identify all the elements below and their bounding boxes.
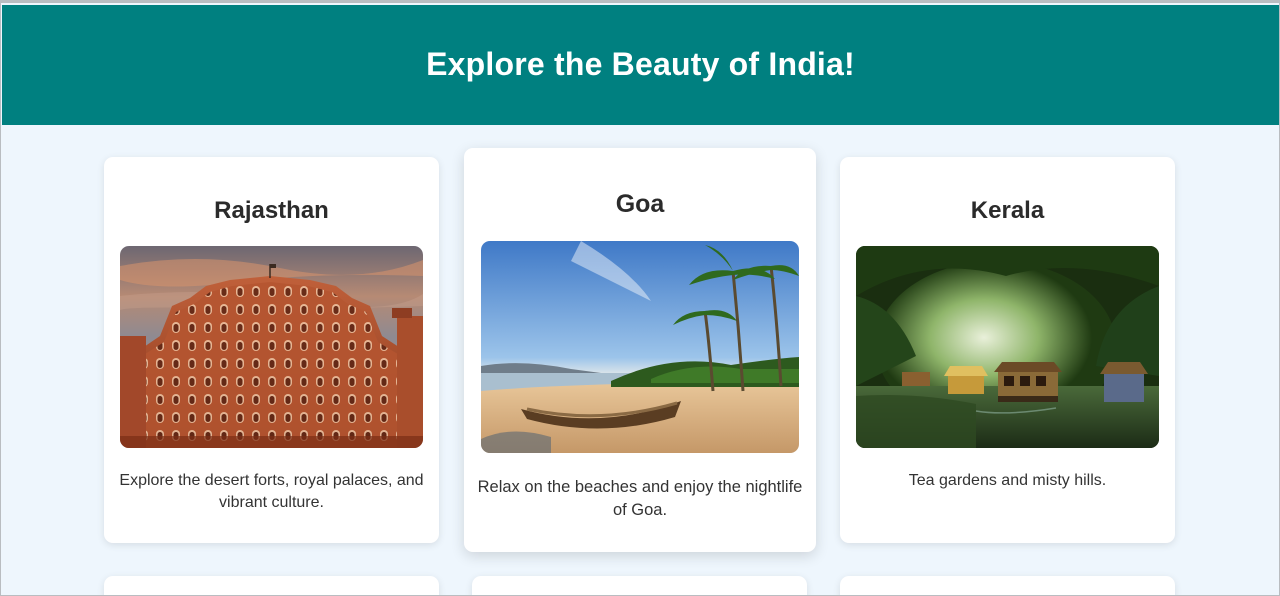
- destination-title: Rajasthan: [214, 197, 329, 224]
- page-header: Explore the Beauty of India!: [2, 5, 1279, 125]
- destination-card[interactable]: [472, 576, 807, 595]
- browser-viewport: Explore the Beauty of India! Rajasthan E…: [0, 0, 1280, 596]
- destination-description: Tea gardens and misty hills.: [908, 472, 1107, 489]
- page-title: Explore the Beauty of India!: [426, 45, 855, 82]
- destination-title: Kerala: [970, 197, 1045, 224]
- hawa-mahal-palace-photo: [120, 246, 423, 448]
- beach-boat-palms-photo: [481, 241, 799, 453]
- destination-card-kerala[interactable]: Kerala Tea gardens and misty hills.: [840, 157, 1175, 543]
- destination-card-rajasthan[interactable]: Rajasthan Explore the desert forts, roya…: [104, 157, 439, 543]
- backwater-houseboats-photo: [856, 246, 1159, 448]
- destination-description: Relax on the beaches and enjoy the night…: [477, 478, 803, 519]
- destination-card[interactable]: [840, 576, 1175, 595]
- destination-card-goa[interactable]: Goa Relax on the beaches and enjoy the n…: [464, 148, 816, 552]
- destination-description: Explore the desert forts, royal palaces,…: [119, 472, 424, 511]
- destination-card[interactable]: [104, 576, 439, 595]
- destination-title: Goa: [615, 190, 665, 218]
